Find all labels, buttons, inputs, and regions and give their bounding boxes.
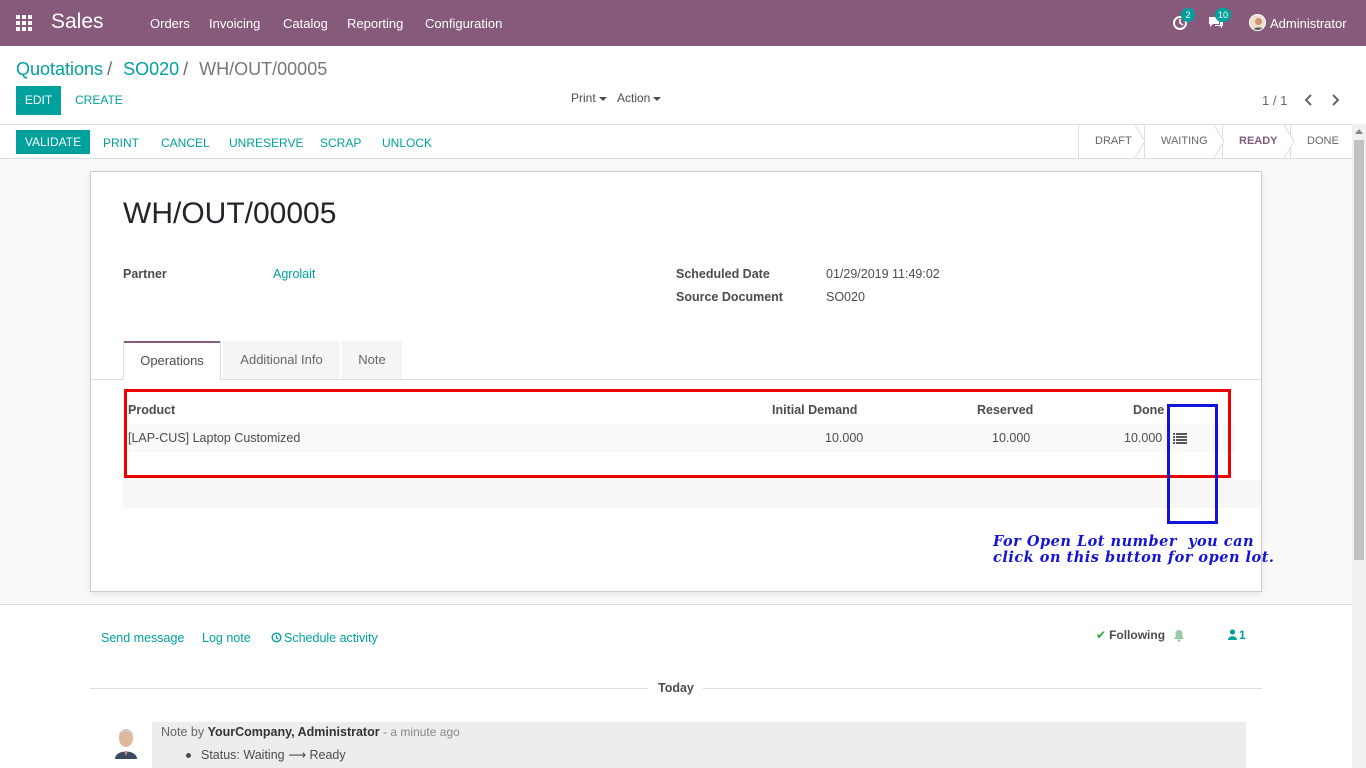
- scrap-button[interactable]: SCRAP: [320, 136, 361, 150]
- scheduled-date-label: Scheduled Date: [676, 267, 770, 281]
- action-dropdown[interactable]: Action: [617, 91, 662, 105]
- source-document-value: SO020: [826, 290, 865, 304]
- clock-icon: [271, 632, 282, 643]
- messages-icon[interactable]: 10: [1207, 8, 1232, 32]
- scroll-up-arrow-icon[interactable]: [1355, 129, 1363, 134]
- unlock-button[interactable]: UNLOCK: [382, 136, 432, 150]
- chevron-left-icon: [1304, 94, 1312, 106]
- pager-next-button[interactable]: [1326, 90, 1344, 110]
- print-button[interactable]: PRINT: [103, 136, 139, 150]
- menu-catalog[interactable]: Catalog: [283, 16, 328, 31]
- record-title: WH/OUT/00005: [123, 197, 337, 230]
- unreserve-button[interactable]: UNRESERVE: [229, 136, 303, 150]
- scrollbar-thumb[interactable]: [1354, 140, 1364, 560]
- followers-count: 1: [1239, 628, 1246, 642]
- stage-arrow-icon: [1214, 125, 1225, 158]
- partner-value[interactable]: Agrolait: [273, 267, 315, 281]
- stage-arrow-icon: [1284, 125, 1295, 158]
- stage-done[interactable]: DONE: [1290, 125, 1352, 158]
- menu-reporting[interactable]: Reporting: [347, 16, 403, 31]
- stage-ready[interactable]: READY: [1222, 125, 1286, 158]
- cancel-button[interactable]: CANCEL: [161, 136, 210, 150]
- print-label: Print: [571, 91, 596, 105]
- breadcrumb-current: WH/OUT/00005: [199, 59, 328, 79]
- stage-waiting[interactable]: WAITING: [1144, 125, 1218, 158]
- user-icon: [1228, 629, 1237, 640]
- pager-value[interactable]: 1 / 1: [1262, 93, 1287, 108]
- user-avatar: [1249, 14, 1266, 31]
- vertical-scrollbar[interactable]: [1352, 124, 1366, 768]
- partner-label: Partner: [123, 267, 167, 281]
- tab-additional-info[interactable]: Additional Info: [223, 341, 340, 379]
- log-note-button[interactable]: Log note: [202, 631, 251, 645]
- author-avatar[interactable]: [111, 723, 141, 759]
- menu-invoicing[interactable]: Invoicing: [209, 16, 260, 31]
- breadcrumb-quotations[interactable]: Quotations: [16, 59, 103, 79]
- highlight-blue-box: [1167, 404, 1218, 524]
- empty-table-row: [123, 480, 1261, 508]
- annotation-text: For Open Lot number you can click on thi…: [993, 533, 1275, 566]
- apps-grid-icon[interactable]: [16, 15, 33, 31]
- tab-note[interactable]: Note: [342, 341, 402, 379]
- message-header: Note by YourCompany, Administrator - a m…: [161, 725, 460, 739]
- menu-orders[interactable]: Orders: [150, 16, 190, 31]
- check-icon: ✔: [1096, 628, 1107, 642]
- source-document-label: Source Document: [676, 290, 783, 304]
- status-bar: VALIDATE PRINT CANCEL UNRESERVE SCRAP UN…: [0, 124, 1352, 159]
- create-button[interactable]: CREATE: [75, 93, 123, 107]
- highlight-red-box: [124, 389, 1231, 478]
- edit-button[interactable]: EDIT: [16, 86, 61, 115]
- stage-draft[interactable]: DRAFT: [1078, 125, 1138, 158]
- activity-badge: 2: [1181, 8, 1195, 22]
- top-navbar: Sales Orders Invoicing Catalog Reporting…: [0, 0, 1366, 46]
- divider-line: [90, 688, 648, 689]
- schedule-activity-button[interactable]: Schedule activity: [271, 631, 378, 645]
- messages-badge: 10: [1215, 8, 1232, 22]
- chevron-right-icon: [1332, 94, 1340, 106]
- stage-arrow-icon: [1135, 125, 1146, 158]
- form-sheet: [90, 171, 1262, 592]
- user-name: Administrator: [1270, 16, 1347, 31]
- message-time: - a minute ago: [383, 725, 460, 739]
- activity-clock-icon[interactable]: 2: [1172, 8, 1195, 32]
- tab-operations[interactable]: Operations: [123, 341, 221, 380]
- tracking-text: Status: Waiting ⟶ Ready: [201, 748, 346, 762]
- breadcrumb: Quotations / SO020/ WH/OUT/00005: [16, 59, 328, 79]
- divider-line: [703, 688, 1262, 689]
- bell-icon[interactable]: [1173, 629, 1185, 642]
- schedule-activity-label: Schedule activity: [284, 631, 378, 645]
- following-label: Following: [1109, 628, 1166, 642]
- breadcrumb-so020[interactable]: SO020: [123, 59, 179, 79]
- caret-down-icon: [598, 96, 607, 101]
- today-separator: Today: [658, 681, 694, 695]
- action-label: Action: [617, 91, 651, 105]
- app-title: Sales: [51, 10, 104, 33]
- print-dropdown[interactable]: Print: [571, 91, 607, 105]
- validate-button[interactable]: VALIDATE: [16, 130, 90, 154]
- pager-previous-button[interactable]: [1300, 90, 1318, 110]
- send-message-button[interactable]: Send message: [101, 631, 184, 645]
- message-prefix: Note by: [161, 725, 205, 739]
- menu-configuration[interactable]: Configuration: [425, 16, 502, 31]
- tracking-value: Status: Waiting ⟶ Ready: [186, 747, 346, 762]
- followers-button[interactable]: 1: [1228, 628, 1246, 642]
- caret-down-icon: [653, 96, 662, 101]
- following-toggle[interactable]: ✔ Following: [1096, 628, 1165, 642]
- scheduled-date-value: 01/29/2019 11:49:02: [826, 267, 940, 281]
- tab-divider: [91, 379, 1261, 380]
- message-author[interactable]: YourCompany, Administrator: [208, 725, 380, 739]
